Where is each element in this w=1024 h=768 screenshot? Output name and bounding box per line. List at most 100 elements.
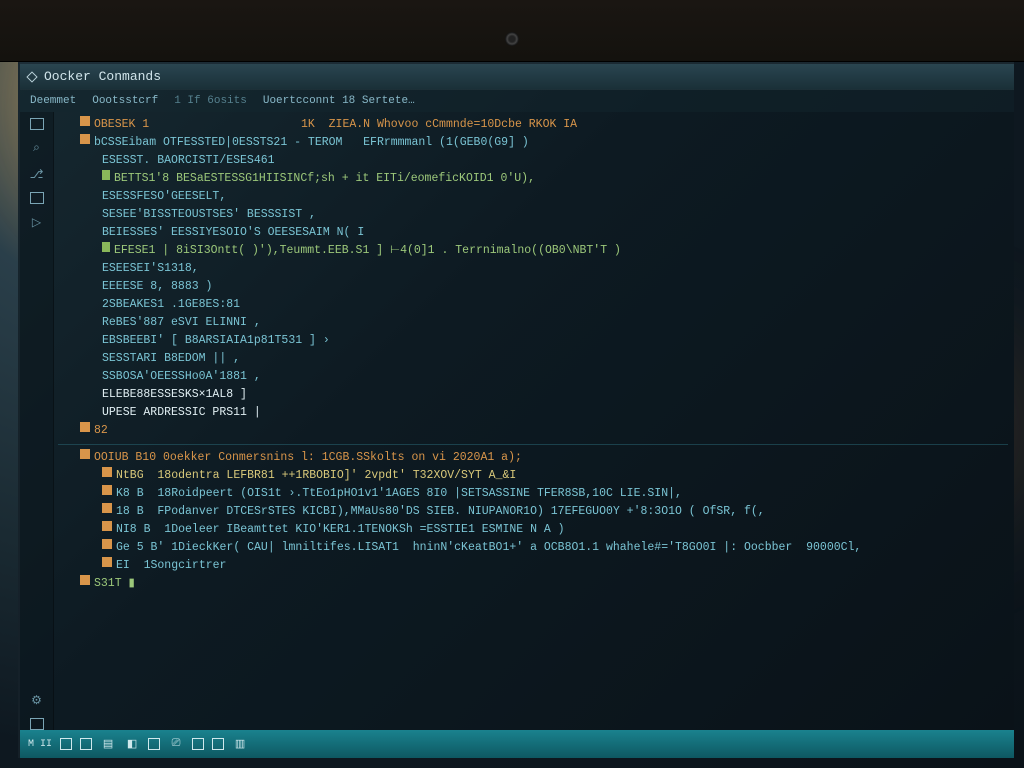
code-text: ESESST. BAORCISTI/ESES461 xyxy=(102,152,275,170)
code-text: EI 1Songcirtrer xyxy=(116,557,233,575)
code-text: Ge 5 B' 1DieckKer( CAU| lmniltifes.LISAT… xyxy=(116,539,861,557)
gutter-marker-icon xyxy=(80,575,90,585)
extensions-icon[interactable] xyxy=(30,192,44,204)
breadcrumb-seg-2[interactable]: Oootsstcrf xyxy=(92,95,158,107)
code-text: ELEBE88ESSESKS×1AL8 ] xyxy=(102,386,247,404)
code-line: 2SBEAKES1 .1GE8ES:81 xyxy=(58,296,1008,314)
gutter-marker-icon xyxy=(80,134,90,144)
code-line: EI 1Songcirtrer xyxy=(58,557,1008,575)
gutter-marker-icon xyxy=(80,116,90,126)
code-line: EEEESE 8, 8883 ) xyxy=(58,278,1008,296)
code-text: SESEE'BISSTEOUSTSES' BESSSIST , xyxy=(102,206,316,224)
code-line: ESEESEI'S1318, xyxy=(58,260,1008,278)
code-line: ReBES'887 eSVI ELINNI , xyxy=(58,314,1008,332)
code-line: bCSSEibam OTFESSTED|0ESSTS21 - TEROM EFR… xyxy=(58,134,1008,152)
code-block-bottom: OOIUB B10 0oekker Conmersnins l: 1CGB.SS… xyxy=(58,449,1008,593)
code-text: EFESE1 | 8iSI3Ontt( )'),Teummt.EEB.S1 ] … xyxy=(114,242,621,260)
account-icon[interactable] xyxy=(30,718,44,730)
window-title: Oocker Conmands xyxy=(44,69,161,84)
code-text: bCSSEibam OTFESSTED|0ESSTS21 - TEROM EFR… xyxy=(94,134,529,152)
branch-icon[interactable]: ⎇ xyxy=(27,166,47,182)
pane-divider[interactable] xyxy=(58,444,1008,445)
code-line: SESSTARI B8EDOM || , xyxy=(58,350,1008,368)
code-block-top: OBESEK 1 1K ZIEA.N Whovoo cCmmnde=10Dcbe… xyxy=(58,116,1008,440)
webcam-dot xyxy=(505,32,519,46)
app-window: Oocker Conmands Deemmet Oootsstcrf 1 If … xyxy=(18,62,1014,758)
code-line: OBESEK 1 1K ZIEA.N Whovoo cCmmnde=10Dcbe… xyxy=(58,116,1008,134)
code-text: 18 B FPodanver DTCESrSTES KICBI),MMaUs80… xyxy=(116,503,765,521)
code-text: ESEESEI'S1318, xyxy=(102,260,199,278)
code-line: BETTS1'8 BESaESTESSG1HIISINCf;sh + it EI… xyxy=(58,170,1008,188)
code-line: S31T ▮ xyxy=(58,575,1008,593)
gutter-marker-icon xyxy=(80,449,90,459)
code-line: ELEBE88ESSESKS×1AL8 ] xyxy=(58,386,1008,404)
code-line: NI8 B 1Doeleer IBeamttet KIO'KER1.1TENOK… xyxy=(58,521,1008,539)
taskbar-app-3[interactable]: ▤ xyxy=(100,736,116,752)
gutter-marker-icon xyxy=(102,557,112,567)
main-row: ⌕ ⎇ ▷ ⚙ OBESEK 1 1K ZIEA.N Whovoo cCmmnd… xyxy=(20,112,1014,730)
taskbar-app-9[interactable]: ▥ xyxy=(232,736,248,752)
settings-icon[interactable]: ⚙ xyxy=(27,692,47,708)
files-icon[interactable] xyxy=(30,118,44,130)
code-text: 2SBEAKES1 .1GE8ES:81 xyxy=(102,296,240,314)
taskbar-app-4[interactable]: ◧ xyxy=(124,736,140,752)
code-line: EFESE1 | 8iSI3Ontt( )'),Teummt.EEB.S1 ] … xyxy=(58,242,1008,260)
title-bar[interactable]: Oocker Conmands xyxy=(20,64,1014,90)
laptop-bezel xyxy=(0,0,1024,62)
gutter-marker-icon xyxy=(80,422,90,432)
code-line: K8 B 18Roidpeert (OIS1t ›.TtEo1pHO1v1'1A… xyxy=(58,485,1008,503)
breadcrumb-bar: Deemmet Oootsstcrf 1 If 6osits Uoertccon… xyxy=(20,90,1014,112)
gutter-marker-icon xyxy=(102,242,110,252)
code-line: ESESSFESO'GEESELT, xyxy=(58,188,1008,206)
code-line: ESESST. BAORCISTI/ESES461 xyxy=(58,152,1008,170)
gutter-marker-icon xyxy=(102,467,112,477)
code-line: 18 B FPodanver DTCESrSTES KICBI),MMaUs80… xyxy=(58,503,1008,521)
gutter-marker-icon xyxy=(102,539,112,549)
code-line: OOIUB B10 0oekker Conmersnins l: 1CGB.SS… xyxy=(58,449,1008,467)
gutter-marker-icon xyxy=(102,485,112,495)
taskbar-app-5[interactable] xyxy=(148,738,160,750)
code-text: NI8 B 1Doeleer IBeamttet KIO'KER1.1TENOK… xyxy=(116,521,565,539)
code-text: ReBES'887 eSVI ELINNI , xyxy=(102,314,261,332)
search-icon[interactable]: ⌕ xyxy=(27,140,47,156)
code-text: BETTS1'8 BESaESTESSG1HIISINCf;sh + it EI… xyxy=(114,170,535,188)
taskbar-app-8[interactable] xyxy=(212,738,224,750)
taskbar-label: M II xyxy=(28,739,52,750)
debug-icon[interactable]: ▷ xyxy=(27,214,47,230)
taskbar-app-6[interactable]: ⎚ xyxy=(168,736,184,752)
code-text: UPESE ARDRESSIC PRS11 | xyxy=(102,404,261,422)
gutter-marker-icon xyxy=(102,521,112,531)
code-line: SESEE'BISSTEOUSTSES' BESSSIST , xyxy=(58,206,1008,224)
code-text: OBESEK 1 1K ZIEA.N Whovoo cCmmnde=10Dcbe… xyxy=(94,116,577,134)
breadcrumb-seg-1[interactable]: Deemmet xyxy=(30,95,76,107)
app-icon xyxy=(26,71,37,82)
breadcrumb-seg-3[interactable]: 1 If 6osits xyxy=(174,95,247,107)
taskbar-app-1[interactable] xyxy=(60,738,72,750)
code-line: EBSBEEBI' [ B8ARSIAIA1p81T531 ] › xyxy=(58,332,1008,350)
code-text: BEIESSES' EESSIYESOIO'S OEESESAIM N( I xyxy=(102,224,364,242)
code-line: BEIESSES' EESSIYESOIO'S OEESESAIM N( I xyxy=(58,224,1008,242)
code-text: EBSBEEBI' [ B8ARSIAIA1p81T531 ] › xyxy=(102,332,330,350)
code-line: UPESE ARDRESSIC PRS11 | xyxy=(58,404,1008,422)
taskbar-app-7[interactable] xyxy=(192,738,204,750)
activity-bar: ⌕ ⎇ ▷ ⚙ xyxy=(20,112,54,730)
editor-pane[interactable]: OBESEK 1 1K ZIEA.N Whovoo cCmmnde=10Dcbe… xyxy=(54,112,1014,730)
gutter-marker-icon xyxy=(102,503,112,513)
code-text: NtBG 18odentra LEFBR81 ++1RBOBIO]' 2vpdt… xyxy=(116,467,516,485)
code-text: SSBOSA'OEESSHo0A'1881 , xyxy=(102,368,261,386)
taskbar[interactable]: M II ▤ ◧ ⎚ ▥ xyxy=(20,730,1014,758)
gutter-marker-icon xyxy=(102,170,110,180)
code-line: Ge 5 B' 1DieckKer( CAU| lmniltifes.LISAT… xyxy=(58,539,1008,557)
code-text: ESESSFESO'GEESELT, xyxy=(102,188,226,206)
code-line: SSBOSA'OEESSHo0A'1881 , xyxy=(58,368,1008,386)
code-text: 82 xyxy=(94,422,108,440)
code-line: 82 xyxy=(58,422,1008,440)
code-text: SESSTARI B8EDOM || , xyxy=(102,350,240,368)
breadcrumb-seg-4[interactable]: Uoertcconnt 18 Sertete… xyxy=(263,95,415,107)
code-line: NtBG 18odentra LEFBR81 ++1RBOBIO]' 2vpdt… xyxy=(58,467,1008,485)
code-text: K8 B 18Roidpeert (OIS1t ›.TtEo1pHO1v1'1A… xyxy=(116,485,682,503)
code-text: OOIUB B10 0oekker Conmersnins l: 1CGB.SS… xyxy=(94,449,522,467)
code-text: S31T ▮ xyxy=(94,575,135,593)
code-text: EEEESE 8, 8883 ) xyxy=(102,278,212,296)
taskbar-app-2[interactable] xyxy=(80,738,92,750)
